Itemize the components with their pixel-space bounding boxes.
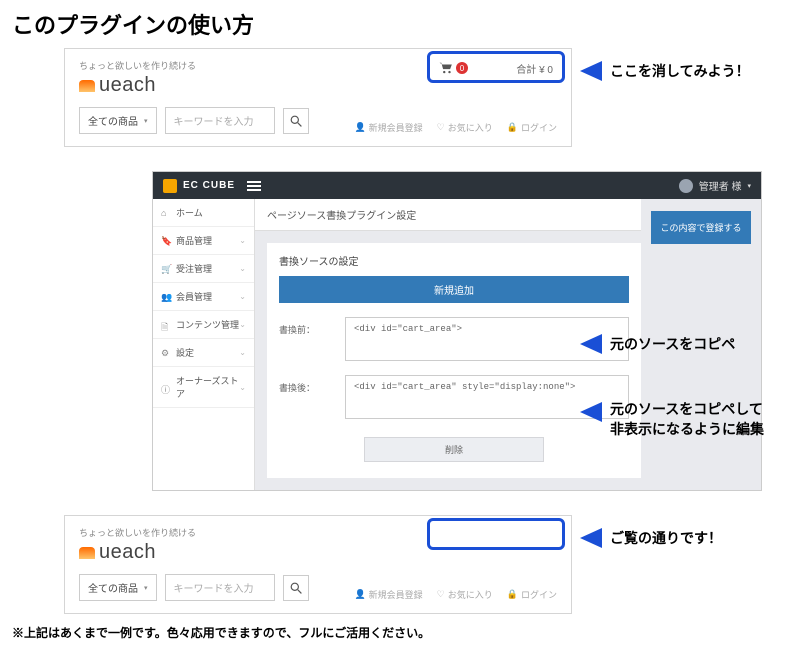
chevron-down-icon: ⌄	[239, 383, 246, 392]
signup-link[interactable]: 👤新規会員登録	[354, 588, 422, 601]
add-new-button[interactable]: 新規追加	[279, 276, 629, 303]
keyword-input[interactable]: キーワードを入力	[165, 107, 275, 134]
keyword-input[interactable]: キーワードを入力	[165, 574, 275, 601]
cart-count-badge: 0	[456, 62, 468, 74]
brand-text: ueach	[99, 541, 156, 564]
annotation-2: 元のソースをコピペ	[580, 334, 735, 354]
sidebar-item-1[interactable]: 🔖商品管理⌄	[153, 227, 254, 255]
chevron-down-icon: ⌄	[239, 320, 246, 329]
signup-link[interactable]: 👤新規会員登録	[354, 121, 422, 134]
before-label: 書換前：	[279, 317, 331, 336]
arrow-left-icon	[580, 61, 602, 81]
user-links: 👤新規会員登録 ♡お気に入り 🔒ログイン	[354, 588, 557, 601]
panel-title: 書換ソースの設定	[279, 253, 629, 276]
footnote: ※上記はあくまで一例です。色々応用できますので、フルにご活用ください。	[12, 624, 786, 641]
sidebar-item-2[interactable]: 🛒受注管理⌄	[153, 255, 254, 283]
sidebar-icon: 🔖	[161, 236, 170, 245]
sidebar-item-6[interactable]: ⓘオーナーズストア⌄	[153, 367, 254, 408]
annotation-1: ここを消してみよう！	[580, 61, 750, 81]
logo-mark	[79, 80, 95, 92]
search-icon	[290, 582, 302, 594]
chevron-down-icon: ▾	[144, 584, 148, 592]
arrow-left-icon	[580, 402, 602, 422]
admin-user[interactable]: 管理者 様 ▾	[679, 178, 751, 193]
tagline: ちょっと欲しいを作り続ける	[79, 526, 557, 539]
user-links: 👤新規会員登録 ♡お気に入り 🔒ログイン	[354, 121, 557, 134]
hamburger-icon[interactable]	[247, 185, 261, 187]
sidebar-icon: 🛒	[161, 264, 170, 273]
sidebar-item-0[interactable]: ⌂ホーム	[153, 199, 254, 227]
admin-panel: EC CUBE 管理者 様 ▾ ⌂ホーム🔖商品管理⌄🛒受注管理⌄👥会員管理⌄🗎コ…	[152, 171, 762, 491]
person-plus-icon: 👤	[354, 122, 365, 133]
sidebar-icon: 🗎	[161, 320, 170, 329]
lock-icon: 🔒	[507, 122, 518, 133]
shop-logo: ueach	[79, 541, 557, 564]
lock-icon: 🔒	[507, 589, 518, 600]
cart-area[interactable]: 0 合計 ¥ 0	[431, 55, 561, 81]
favorites-link[interactable]: ♡お気に入り	[437, 121, 493, 134]
eccube-logo: EC CUBE	[163, 179, 235, 193]
chevron-down-icon: ⌄	[239, 264, 246, 273]
brand-text: ueach	[99, 74, 156, 97]
sidebar-item-5[interactable]: ⚙設定⌄	[153, 339, 254, 367]
sidebar-icon: ⌂	[161, 208, 170, 217]
chevron-down-icon: ▾	[747, 182, 751, 190]
heart-icon: ♡	[437, 589, 445, 600]
settings-panel: 書換ソースの設定 新規追加 書換前： <div id="cart_area"> …	[267, 243, 641, 478]
sidebar-icon: 👥	[161, 292, 170, 301]
chevron-down-icon: ▾	[144, 117, 148, 125]
login-link[interactable]: 🔒ログイン	[507, 588, 557, 601]
sidebar-icon: ⓘ	[161, 383, 170, 392]
avatar-icon	[679, 179, 693, 193]
search-button[interactable]	[283, 108, 309, 134]
after-label: 書換後：	[279, 375, 331, 394]
chevron-down-icon: ⌄	[239, 292, 246, 301]
chevron-down-icon: ⌄	[239, 236, 246, 245]
chevron-down-icon: ⌄	[239, 348, 246, 357]
arrow-left-icon	[580, 334, 602, 354]
admin-sidebar: ⌂ホーム🔖商品管理⌄🛒受注管理⌄👥会員管理⌄🗎コンテンツ管理⌄⚙設定⌄ⓘオーナー…	[153, 199, 255, 490]
category-select[interactable]: 全ての商品 ▾	[79, 107, 157, 134]
delete-button[interactable]: 削除	[364, 437, 544, 462]
login-link[interactable]: 🔒ログイン	[507, 121, 557, 134]
sidebar-item-4[interactable]: 🗎コンテンツ管理⌄	[153, 311, 254, 339]
breadcrumb: ページソース書換プラグイン設定	[255, 199, 641, 231]
favorites-link[interactable]: ♡お気に入り	[437, 588, 493, 601]
sidebar-icon: ⚙	[161, 348, 170, 357]
save-button[interactable]: この内容で登録する	[651, 211, 751, 244]
cube-icon	[163, 179, 177, 193]
arrow-left-icon	[580, 528, 602, 548]
admin-topbar: EC CUBE 管理者 様 ▾	[153, 172, 761, 199]
page-title: このプラグインの使い方	[12, 8, 786, 40]
cart-total: 合計 ¥ 0	[516, 61, 553, 76]
heart-icon: ♡	[437, 122, 445, 133]
annotation-3: 元のソースをコピペして 非表示になるように編集	[580, 399, 764, 439]
logo-mark	[79, 547, 95, 559]
search-icon	[290, 115, 302, 127]
sidebar-item-3[interactable]: 👥会員管理⌄	[153, 283, 254, 311]
storefront-header-after: ちょっと欲しいを作り続ける ueach 全ての商品 ▾ キーワードを入力 👤新規…	[64, 515, 572, 614]
search-button[interactable]	[283, 575, 309, 601]
cart-icon	[439, 62, 453, 74]
storefront-header-before: ちょっと欲しいを作り続ける ueach 0 合計 ¥ 0 全ての商品 ▾ キーワ…	[64, 48, 572, 147]
annotation-4: ご覧の通りです！	[580, 528, 722, 548]
person-plus-icon: 👤	[354, 589, 365, 600]
category-select[interactable]: 全ての商品 ▾	[79, 574, 157, 601]
